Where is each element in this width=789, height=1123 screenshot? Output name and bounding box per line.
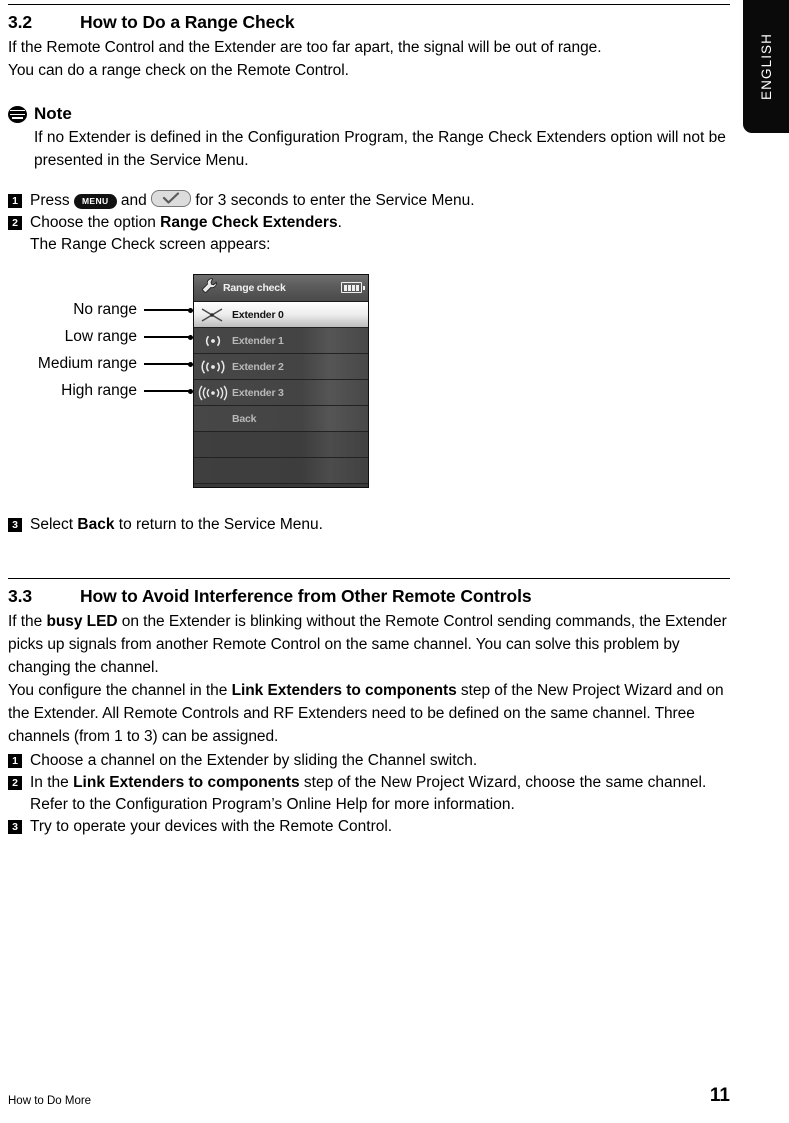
language-tab-label: ENGLISH	[758, 33, 774, 100]
screen-header: Range check	[194, 275, 368, 302]
screen-row-extender-1[interactable]: Extender 1	[194, 328, 368, 354]
screen-row-empty	[194, 458, 368, 484]
step-text-pre: In the	[30, 774, 74, 791]
para2-bold: Link Extenders to components	[231, 682, 457, 699]
screen-row-label: Extender 2	[232, 360, 284, 373]
step-number-badge: 2	[8, 216, 22, 230]
screen-row-extender-3[interactable]: Extender 3	[194, 380, 368, 406]
page-footer: How to Do More 11	[8, 1085, 730, 1107]
para2-a: You configure the channel in the	[8, 682, 232, 699]
battery-icon	[341, 282, 365, 293]
step-text-bold: Range Check Extenders	[160, 214, 338, 231]
section-33-paragraph-1: If the busy LED on the Extender is blink…	[8, 610, 730, 679]
callout-label: Low range	[64, 328, 137, 345]
screen-row-back[interactable]: Back	[194, 406, 368, 432]
note-header: Note	[8, 104, 730, 124]
callout-high-range: High range	[61, 382, 193, 400]
screen-row-label: Extender 1	[232, 334, 284, 347]
step-continuation: The Range Check screen appears:	[30, 236, 271, 253]
screen-row-empty	[194, 432, 368, 458]
range-check-figure: No range Low range Medium range High ran…	[8, 268, 730, 500]
section-33-paragraph-2: You configure the channel in the Link Ex…	[8, 679, 730, 748]
step-text-bold: Back	[77, 516, 115, 533]
footer-chapter-label: How to Do More	[8, 1095, 92, 1107]
step-item: 3 Try to operate your devices with the R…	[8, 816, 730, 838]
step-text-post: step of the New Project Wizard, choose t…	[299, 774, 707, 791]
step-item: 3 Select Back to return to the Service M…	[8, 514, 730, 536]
screen-row-extender-2[interactable]: Extender 2	[194, 354, 368, 380]
callout-no-range: No range	[73, 301, 193, 319]
signal-low-icon	[194, 333, 232, 349]
step-text-bold: Link Extenders to components	[73, 774, 300, 791]
signal-high-icon	[194, 385, 232, 401]
section-33-number: 3.3	[8, 586, 33, 606]
section-33-heading: 3.3 How to Avoid Interference from Other…	[8, 586, 730, 607]
step-item: 2 Choose the option Range Check Extender…	[8, 212, 730, 234]
note-body: If no Extender is defined in the Configu…	[34, 129, 726, 169]
para1-bold: busy LED	[46, 613, 118, 630]
callout-label: Medium range	[37, 355, 137, 372]
check-key-glyph	[151, 190, 192, 207]
step-item: 1 Press MENU and for 3 seconds to enter …	[8, 190, 730, 212]
callout-leader-line	[144, 336, 189, 338]
footer-page-number: 11	[709, 1085, 730, 1106]
section-32-body-line2: You can do a range check on the Remote C…	[8, 62, 349, 79]
step-number-badge: 3	[8, 820, 22, 834]
callout-medium-range: Medium range	[38, 355, 193, 373]
step-text-post: for 3 seconds to enter the Service Menu.	[191, 192, 475, 209]
steps-list-32-after-figure: 3 Select Back to return to the Service M…	[8, 514, 730, 536]
screen-title: Range check	[223, 282, 286, 294]
step-text: Press MENU and for 3 seconds to enter th…	[30, 190, 730, 212]
no-signal-icon	[194, 307, 232, 323]
step-text-pre: Press	[30, 192, 74, 209]
top-rule	[8, 4, 730, 5]
screen-row-label: Back	[232, 412, 257, 425]
screen-row-label: Extender 3	[232, 386, 284, 399]
section-divider-rule	[8, 578, 730, 579]
note-block: Note If no Extender is defined in the Co…	[8, 104, 730, 172]
step-text: Choose a channel on the Extender by slid…	[30, 752, 478, 769]
para1-a: If the	[8, 613, 47, 630]
screen-row-label: Extender 0	[232, 308, 284, 321]
step-text: In the Link Extenders to components step…	[30, 772, 730, 794]
section-33-title: How to Avoid Interference from Other Rem…	[80, 586, 532, 606]
step-text-post: .	[337, 214, 342, 231]
note-icon	[8, 105, 27, 124]
page-content: 3.2 How to Do a Range Check If the Remot…	[8, 0, 730, 838]
language-tab: ENGLISH	[743, 0, 789, 133]
step-text-pre: Select	[30, 516, 78, 533]
callout-label: No range	[73, 301, 137, 318]
step-text: Try to operate your devices with the Rem…	[30, 818, 393, 835]
callout-label: High range	[61, 382, 137, 399]
callout-leader-line	[144, 363, 189, 365]
step-item: 2 In the Link Extenders to components st…	[8, 772, 730, 794]
step-number-badge: 1	[8, 194, 22, 208]
section-32-heading: 3.2 How to Do a Range Check	[8, 12, 730, 33]
device-screen: Range check Extender 0 Extender 1 Extend…	[193, 274, 369, 488]
section-32-title: How to Do a Range Check	[80, 12, 295, 32]
callout-low-range: Low range	[65, 328, 193, 346]
note-title: Note	[34, 104, 72, 123]
menu-key-glyph: MENU	[73, 194, 117, 209]
step-text-post: to return to the Service Menu.	[114, 516, 323, 533]
step-text: Select Back to return to the Service Men…	[30, 514, 730, 536]
step-text-mid: and	[116, 192, 152, 209]
step-continuation: Refer to the Configuration Program’s Onl…	[30, 796, 515, 813]
steps-list-33: 1 Choose a channel on the Extender by sl…	[8, 750, 730, 838]
screen-row-extender-0[interactable]: Extender 0	[194, 302, 368, 328]
step-number-badge: 3	[8, 518, 22, 532]
step-text-pre: Choose the option	[30, 214, 161, 231]
step-text: Choose the option Range Check Extenders.	[30, 212, 730, 234]
section-32-number: 3.2	[8, 12, 33, 32]
step-number-badge: 2	[8, 776, 22, 790]
steps-list-32: 1 Press MENU and for 3 seconds to enter …	[8, 190, 730, 256]
callout-leader-line	[144, 309, 189, 311]
step-number-badge: 1	[8, 754, 22, 768]
signal-medium-icon	[194, 359, 232, 375]
wrench-icon	[201, 277, 218, 299]
callout-leader-line	[144, 390, 189, 392]
step-item: 1 Choose a channel on the Extender by sl…	[8, 750, 730, 772]
section-32-body-line1: If the Remote Control and the Extender a…	[8, 39, 602, 56]
